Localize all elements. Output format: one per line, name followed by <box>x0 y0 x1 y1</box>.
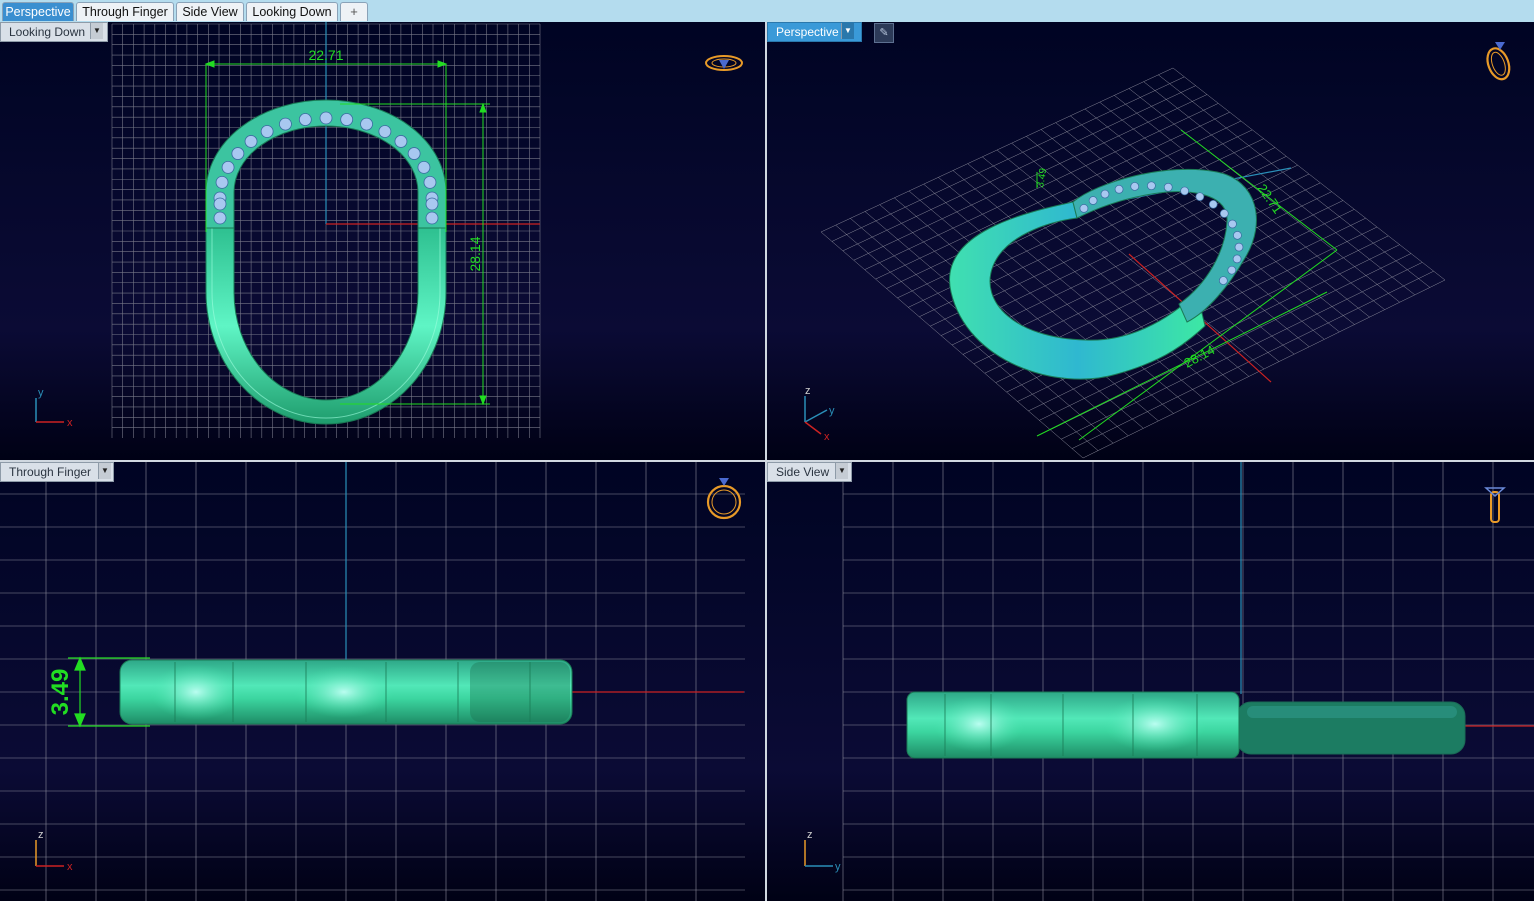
tab-through-finger[interactable]: Through Finger <box>76 2 174 21</box>
dropdown-arrow-icon[interactable]: ▼ <box>841 23 854 39</box>
viewport-looking-down[interactable]: 22.71 28.14 y x Looking Down ▼ <box>0 22 765 460</box>
viewport-through-finger[interactable]: 3.49 z x Through Finger ▼ <box>0 462 765 901</box>
viewport-side-view[interactable]: z y Side View ▼ <box>767 462 1534 901</box>
viewport-divider-horizontal[interactable] <box>0 460 1534 462</box>
ring-view-icon[interactable] <box>1483 42 1513 82</box>
dropdown-arrow-icon[interactable]: ▼ <box>98 463 111 479</box>
ring-model[interactable] <box>119 659 573 725</box>
axis-icon: z x <box>35 829 73 873</box>
axis-icon: z y x <box>804 385 835 443</box>
ring-model[interactable] <box>906 691 1466 759</box>
add-tab-button[interactable]: + <box>340 2 368 21</box>
axis-icon: z y <box>804 829 841 873</box>
view-tab-bar: Perspective Through Finger Side View Loo… <box>0 0 1534 23</box>
svg-text:y: y <box>835 861 841 873</box>
svg-text:z: z <box>805 385 811 397</box>
svg-text:x: x <box>67 861 73 873</box>
small-dimension: 3.49 <box>1035 167 1049 189</box>
tab-looking-down[interactable]: Looking Down <box>246 2 338 21</box>
perspective-grid <box>820 67 1446 459</box>
side-view-canvas: z y <box>804 462 1534 901</box>
through-finger-canvas: 3.49 z x <box>0 462 745 901</box>
width-dimension: 22.71 <box>308 47 343 63</box>
pin-icon[interactable]: ✎ <box>874 23 894 43</box>
svg-text:y: y <box>38 387 44 399</box>
tab-side-view[interactable]: Side View <box>176 2 244 21</box>
looking-down-canvas: 22.71 28.14 y x <box>35 22 743 438</box>
svg-text:y: y <box>829 405 835 417</box>
dropdown-arrow-icon[interactable]: ▼ <box>835 463 848 479</box>
construction-grid <box>842 462 1534 901</box>
tab-perspective[interactable]: Perspective <box>2 2 74 21</box>
viewport-label[interactable]: Through Finger <box>0 462 115 482</box>
svg-text:z: z <box>38 829 44 841</box>
ring-view-icon[interactable] <box>1484 487 1506 523</box>
viewport-perspective[interactable]: 22.71 28.14 3.49 z y x Perspective ▼ <box>767 22 1534 460</box>
ring-view-icon[interactable] <box>706 478 742 520</box>
svg-text:z: z <box>807 829 813 841</box>
width-dimension: 22.71 <box>1255 181 1286 216</box>
svg-text:x: x <box>824 431 830 443</box>
plus-icon: + <box>350 4 358 19</box>
height-dimension: 28.14 <box>1181 342 1217 371</box>
svg-text:x: x <box>67 417 73 429</box>
perspective-canvas: 22.71 28.14 3.49 z y x <box>804 42 1513 459</box>
dropdown-arrow-icon[interactable]: ▼ <box>90 23 103 39</box>
ring-view-icon[interactable] <box>705 55 743 71</box>
height-dimension: 28.14 <box>467 236 483 271</box>
thickness-dimension: 3.49 <box>47 669 74 716</box>
axis-icon: y x <box>35 387 73 429</box>
